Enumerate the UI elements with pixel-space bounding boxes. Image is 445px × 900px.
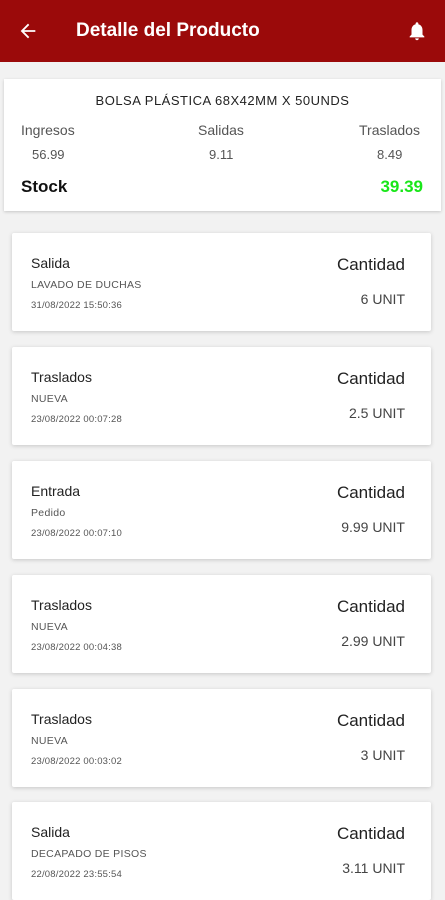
salidas-value: 9.11 (209, 147, 234, 162)
quantity-value: 3 UNIT (360, 747, 405, 763)
ingresos-label: Ingresos (21, 122, 75, 138)
quantity-value: 6 UNIT (360, 291, 405, 307)
quantity-label: Cantidad (336, 597, 405, 616)
movement-description: NUEVA (31, 621, 68, 633)
quantity-label: Cantidad (336, 483, 405, 502)
quantity-label: Cantidad (336, 255, 405, 274)
movement-description: Pedido (31, 507, 66, 519)
movement-type: Traslados (31, 597, 92, 613)
movement-date: 22/08/2022 23:55:54 (31, 869, 122, 880)
movement-description: NUEVA (31, 393, 68, 405)
movement-description: NUEVA (31, 735, 68, 747)
stock-label: Stock (21, 177, 68, 196)
arrow-left-icon (20, 23, 36, 39)
app-bar: Detalle del Producto (0, 0, 445, 62)
movement-card[interactable]: Salida DECAPADO DE PISOS 22/08/2022 23:5… (12, 802, 431, 900)
movement-description: DECAPADO DE PISOS (31, 848, 147, 860)
movement-date: 23/08/2022 00:03:02 (31, 756, 122, 767)
product-name: BOLSA PLÁSTICA 68X42MM X 50UNDS (95, 93, 350, 108)
stock-value: 39.39 (380, 177, 423, 196)
traslados-value: 8.49 (377, 147, 403, 162)
quantity-label: Cantidad (336, 824, 405, 843)
movement-type: Entrada (31, 483, 81, 499)
back-button[interactable] (0, 0, 56, 62)
quantity-value: 9.99 UNIT (341, 519, 405, 535)
movement-type: Traslados (31, 369, 92, 385)
notifications-button[interactable] (389, 0, 445, 62)
movement-type: Salida (31, 824, 70, 840)
quantity-value: 2.5 UNIT (348, 405, 405, 421)
movement-type: Salida (31, 255, 70, 271)
movement-description: LAVADO DE DUCHAS (31, 279, 142, 291)
movement-date: 23/08/2022 00:07:10 (31, 528, 122, 539)
quantity-value: 3.11 UNIT (342, 860, 405, 876)
movement-date: 31/08/2022 15:50:36 (31, 300, 122, 311)
movement-card[interactable]: Traslados NUEVA 23/08/2022 00:03:02 Cant… (12, 689, 431, 787)
salidas-label: Salidas (198, 122, 244, 138)
page-title: Detalle del Producto (76, 20, 260, 41)
movement-type: Traslados (31, 711, 92, 727)
movement-card[interactable]: Traslados NUEVA 23/08/2022 00:07:28 Cant… (12, 347, 431, 445)
quantity-label: Cantidad (336, 711, 405, 730)
quantity-value: 2.99 UNIT (341, 633, 405, 649)
movement-card[interactable]: Entrada Pedido 23/08/2022 00:07:10 Canti… (12, 461, 431, 559)
bell-icon (409, 22, 425, 41)
movement-card[interactable]: Traslados NUEVA 23/08/2022 00:04:38 Cant… (12, 575, 431, 673)
product-summary-card: BOLSA PLÁSTICA 68X42MM X 50UNDS Ingresos… (4, 79, 441, 211)
movement-date: 23/08/2022 00:07:28 (31, 414, 122, 425)
quantity-label: Cantidad (336, 369, 405, 388)
movement-date: 23/08/2022 00:04:38 (31, 642, 122, 653)
ingresos-value: 56.99 (32, 147, 65, 162)
traslados-label: Traslados (359, 122, 420, 138)
movement-card[interactable]: Salida LAVADO DE DUCHAS 31/08/2022 15:50… (12, 233, 431, 331)
